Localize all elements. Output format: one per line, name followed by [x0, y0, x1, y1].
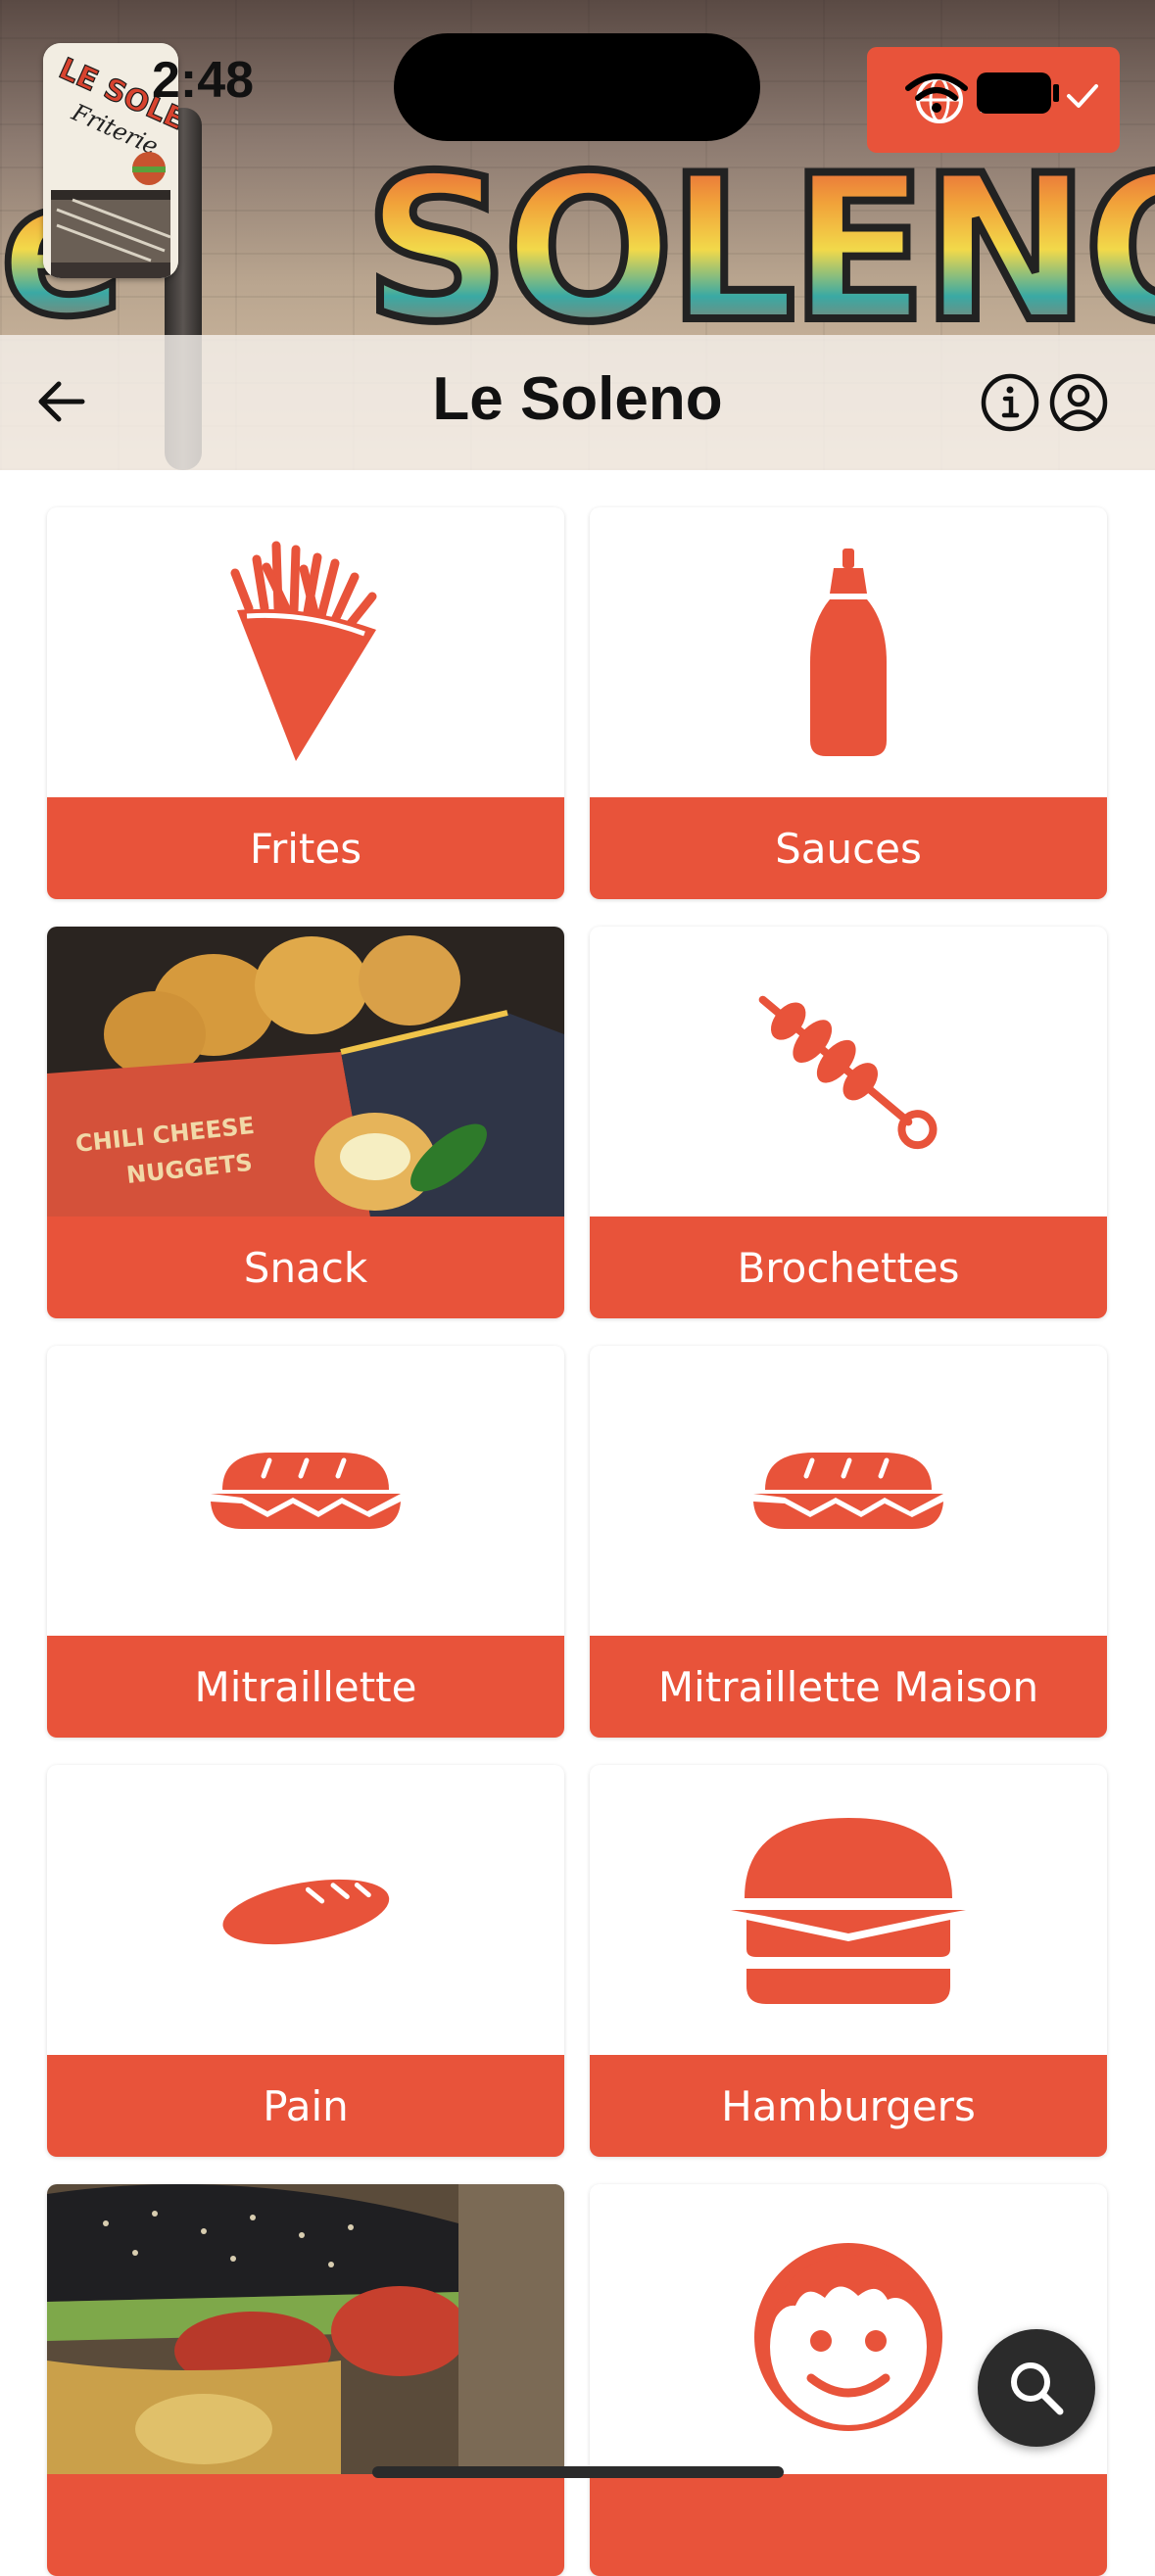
category-label: Mitraillette: [47, 1636, 564, 1738]
category-label: [590, 2474, 1107, 2576]
info-icon[interactable]: [980, 372, 1040, 433]
sub-sandwich-icon: [211, 1453, 401, 1529]
header-banner: e SOLENO LE SOLENO Friterie 2:48: [0, 0, 1155, 470]
category-label: [47, 2474, 564, 2576]
category-card-sauces[interactable]: Sauces: [590, 507, 1107, 899]
category-label: Pain: [47, 2055, 564, 2157]
search-button[interactable]: [978, 2329, 1095, 2447]
language-button[interactable]: FR: [867, 47, 1120, 153]
search-icon: [1011, 2362, 1064, 2415]
category-card-brochettes[interactable]: Brochettes: [590, 927, 1107, 1318]
wifi-icon: [905, 73, 968, 113]
home-indicator: [372, 2466, 784, 2478]
bread-icon: [222, 1879, 390, 1945]
dynamic-island: [394, 33, 760, 141]
category-card-hamburgers[interactable]: Hamburgers: [590, 1765, 1107, 2157]
battery-icon: [977, 72, 1059, 114]
sub-sandwich-icon: [753, 1453, 943, 1529]
account-icon[interactable]: [1048, 372, 1109, 433]
kid-face-icon: [754, 2243, 942, 2431]
check-icon: [1067, 84, 1098, 108]
snack-photo: CHILI CHEESE NUGGETS: [47, 927, 564, 1216]
category-card-burger-photo[interactable]: [47, 2184, 564, 2576]
category-card-frites[interactable]: Frites: [47, 507, 564, 899]
category-label: Sauces: [590, 797, 1107, 899]
fries-cone-icon: [230, 541, 377, 761]
burger-photo: [47, 2184, 564, 2474]
category-card-mitraillette-maison[interactable]: Mitraillette Maison: [590, 1346, 1107, 1738]
category-card-mitraillette[interactable]: Mitraillette: [47, 1346, 564, 1738]
skewer-icon: [758, 995, 938, 1150]
category-grid: Frites Sauces CHILI CHEESE NUGGETS Snack…: [0, 470, 1155, 2576]
category-label: Hamburgers: [590, 2055, 1107, 2157]
graffiti-text: SOLENO: [364, 133, 1155, 362]
title-bar: Le Soleno: [0, 335, 1155, 470]
category-label: Frites: [47, 797, 564, 899]
category-card-snack[interactable]: CHILI CHEESE NUGGETS Snack: [47, 927, 564, 1318]
status-time: 2:48: [152, 52, 255, 109]
category-label: Brochettes: [590, 1216, 1107, 1318]
sauce-bottle-icon: [810, 549, 887, 756]
category-card-pain[interactable]: Pain: [47, 1765, 564, 2157]
burger-icon: [731, 1818, 966, 2004]
category-label: Snack: [47, 1216, 564, 1318]
category-label: Mitraillette Maison: [590, 1636, 1107, 1738]
